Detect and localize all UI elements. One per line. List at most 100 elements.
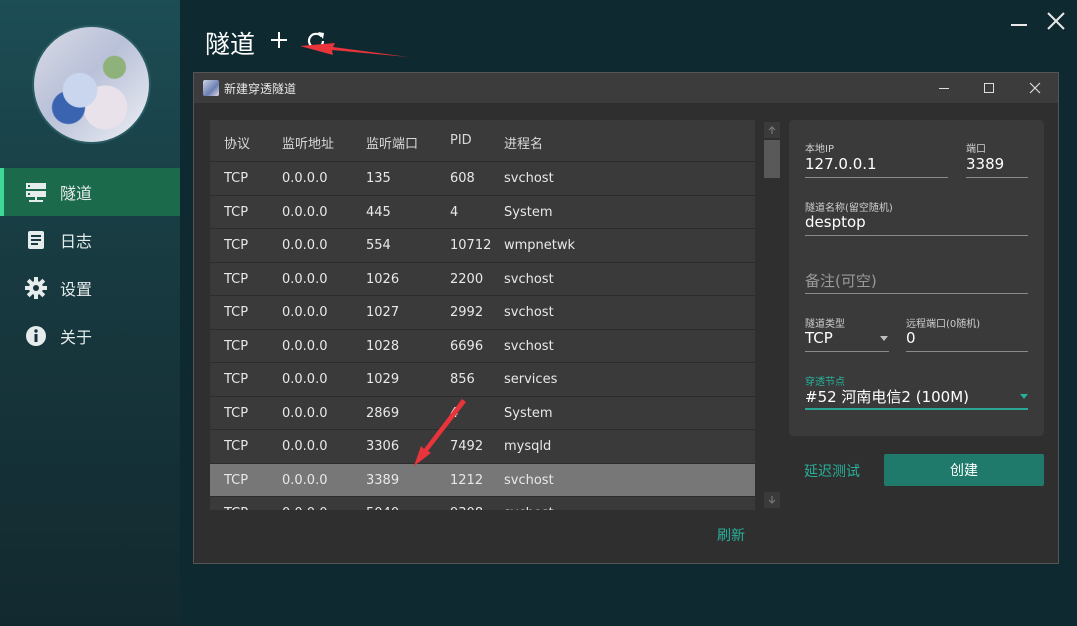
- port-field[interactable]: 3389: [966, 155, 1004, 173]
- table-cell: 554: [366, 238, 391, 253]
- window-close-button[interactable]: [1044, 10, 1068, 32]
- input-underline: [805, 351, 889, 352]
- input-underline: [805, 293, 1028, 294]
- column-header[interactable]: 协议: [224, 133, 250, 152]
- sidebar-item-label: 关于: [60, 328, 93, 347]
- table-cell: 4: [450, 204, 459, 220]
- sidebar-item-about[interactable]: 关于: [0, 312, 180, 360]
- table-cell: 0.0.0.0: [282, 338, 328, 354]
- table-cell: TCP: [224, 204, 249, 220]
- add-tunnel-button[interactable]: [268, 27, 290, 53]
- table-cell: svchost: [504, 338, 554, 354]
- dialog-close-button[interactable]: [1024, 77, 1046, 99]
- remark-field[interactable]: 备注(可空): [805, 270, 877, 291]
- new-tunnel-dialog: 新建穿透隧道 协议 监听地址 监听端口 PID 进程名 TCP 0.0.0.0 13…: [193, 72, 1059, 564]
- app-logo-icon: [203, 80, 219, 96]
- table-cell: 0.0.0.0: [282, 238, 328, 253]
- table-row[interactable]: TCP 0.0.0.0 554 10712 wmpnetwk: [210, 228, 755, 261]
- tunnel-form: 本地IP 127.0.0.1 端口 3389 隧道名称(留空随机) despto…: [789, 120, 1044, 436]
- server-icon: [25, 181, 47, 203]
- input-underline: [805, 235, 1028, 236]
- info-icon: [25, 325, 47, 347]
- local-ip-field[interactable]: 127.0.0.1: [805, 155, 877, 173]
- table-cell: svchost: [504, 472, 554, 488]
- table-cell: 0.0.0.0: [282, 439, 328, 454]
- sidebar-item-label: 日志: [60, 232, 93, 251]
- scroll-down-button[interactable]: [764, 492, 780, 508]
- table-row[interactable]: TCP 0.0.0.0 1026 2200 svchost: [210, 261, 755, 295]
- table-cell: 445: [366, 204, 391, 220]
- remote-port-field[interactable]: 0: [906, 329, 916, 347]
- table-scrollbar[interactable]: [763, 120, 781, 510]
- port-table: 协议 监听地址 监听端口 PID 进程名 TCP 0.0.0.0 135 608 svc…: [210, 120, 755, 510]
- table-cell: TCP: [224, 305, 249, 320]
- sidebar-item-settings[interactable]: 设置: [0, 264, 180, 312]
- table-row[interactable]: TCP 0.0.0.0 3306 7492 mysqld: [210, 429, 755, 462]
- table-cell: svchost: [504, 305, 554, 320]
- table-row[interactable]: TCP 0.0.0.0 2869 4 System: [210, 395, 755, 429]
- input-underline-focused: [805, 408, 1028, 410]
- dialog-titlebar[interactable]: 新建穿透隧道: [194, 73, 1058, 103]
- table-row[interactable]: TCP 0.0.0.0 1027 2992 svchost: [210, 295, 755, 328]
- table-cell: 1027: [366, 305, 400, 320]
- table-row[interactable]: TCP 0.0.0.0 135 608 svchost: [210, 161, 755, 194]
- latency-test-link[interactable]: 延迟测试: [804, 461, 860, 481]
- table-cell: 4: [450, 405, 459, 421]
- node-select[interactable]: #52 河南电信2 (100M): [805, 386, 969, 407]
- dialog-minimize-button[interactable]: [933, 77, 955, 99]
- table-cell: 6696: [450, 338, 484, 354]
- table-cell: 10712: [450, 238, 492, 253]
- local-ip-label: 本地IP: [805, 144, 834, 155]
- sidebar-item-log[interactable]: 日志: [0, 216, 180, 264]
- table-row[interactable]: TCP 0.0.0.0 1028 6696 svchost: [210, 328, 755, 362]
- table-cell: wmpnetwk: [504, 238, 576, 253]
- table-cell: 0.0.0.0: [282, 372, 328, 387]
- table-row[interactable]: TCP 0.0.0.0 445 4 System: [210, 194, 755, 228]
- window-minimize-button[interactable]: [1007, 10, 1031, 32]
- scroll-thumb[interactable]: [764, 140, 780, 178]
- table-cell: TCP: [224, 506, 248, 510]
- table-cell: svchost: [504, 171, 554, 186]
- sidebar-item-label: 隧道: [60, 184, 93, 203]
- refresh-list-link[interactable]: 刷新: [717, 525, 745, 545]
- column-header[interactable]: 监听端口: [366, 133, 418, 152]
- create-button[interactable]: 创建: [884, 454, 1044, 486]
- table-cell: 1028: [366, 338, 400, 354]
- dialog-maximize-button[interactable]: [978, 77, 1000, 99]
- close-icon: [1029, 82, 1041, 94]
- table-cell: TCP: [224, 271, 249, 287]
- table-header: 协议 监听地址 监听端口 PID 进程名: [210, 120, 755, 161]
- table-cell: 2200: [450, 271, 484, 287]
- table-row[interactable]: TCP 0.0.0.0 1029 856 services: [210, 362, 755, 395]
- column-header[interactable]: 监听地址: [282, 133, 334, 152]
- arrow-up-icon: [768, 126, 776, 134]
- chevron-down-icon: [1020, 394, 1028, 399]
- remote-port-label: 远程端口(0随机): [906, 319, 981, 330]
- table-cell: TCP: [224, 238, 249, 253]
- table-cell: TCP: [224, 171, 249, 186]
- page-title: 隧道: [205, 30, 256, 59]
- avatar[interactable]: [32, 25, 151, 144]
- table-cell: 0.0.0.0: [282, 204, 328, 220]
- input-underline: [966, 177, 1028, 178]
- tunnel-name-label: 隧道名称(留空随机): [805, 203, 893, 214]
- column-header[interactable]: 进程名: [504, 133, 543, 152]
- minimize-icon: [939, 88, 949, 89]
- table-row[interactable]: TCP 0.0.0.0 3389 1212 svchost: [210, 462, 755, 496]
- sidebar-item-label: 设置: [60, 280, 93, 299]
- scroll-up-button[interactable]: [764, 122, 780, 138]
- table-cell: 1026: [366, 271, 400, 287]
- table-cell: TCP: [224, 372, 249, 387]
- port-label: 端口: [966, 144, 986, 155]
- refresh-icon: [307, 32, 325, 49]
- table-row[interactable]: TCP 0.0.0.0 5040 9308 svchost: [210, 496, 755, 510]
- tunnel-type-select[interactable]: TCP: [805, 329, 833, 347]
- dialog-title: 新建穿透隧道: [224, 82, 297, 96]
- table-cell: 0.0.0.0: [282, 271, 328, 287]
- sidebar-item-tunnel[interactable]: 隧道: [0, 168, 180, 216]
- input-underline: [906, 351, 1028, 352]
- tunnel-name-field[interactable]: desptop: [805, 213, 866, 231]
- refresh-tunnels-button[interactable]: [305, 27, 327, 53]
- column-header[interactable]: PID: [450, 133, 472, 148]
- tunnel-type-label: 隧道类型: [805, 319, 845, 330]
